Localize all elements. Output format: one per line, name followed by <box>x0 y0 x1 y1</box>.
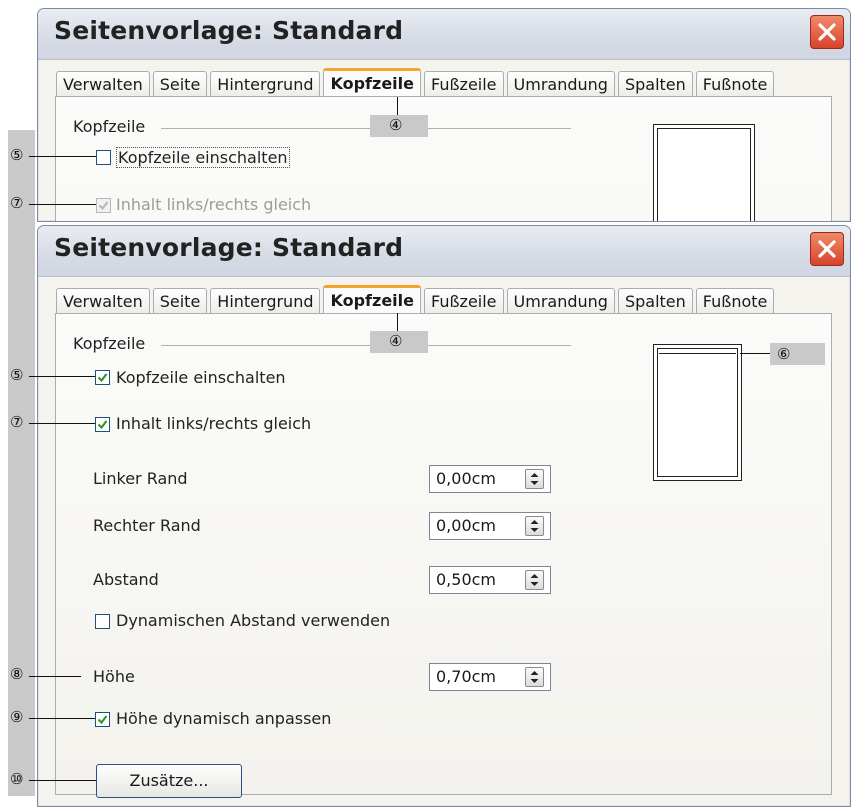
tab-bar: Verwalten Seite Hintergrund Kopfzeile Fu… <box>56 68 775 100</box>
tab-fussnote[interactable]: Fußnote <box>695 288 775 315</box>
callout-7: ⑦ <box>10 413 24 431</box>
left-margin-spinner[interactable] <box>525 469 544 489</box>
tab-spalten[interactable]: Spalten <box>617 288 693 315</box>
height-field[interactable]: 0,70cm <box>429 663 551 691</box>
window-title: Seitenvorlage: Standard <box>54 16 404 45</box>
section-label: Kopfzeile <box>73 117 146 136</box>
title-bar-main: Seitenvorlage: Standard <box>38 226 850 277</box>
callout-4: ④ <box>389 332 403 350</box>
checkmark-icon <box>98 201 109 211</box>
right-margin-value: 0,00cm <box>436 516 497 535</box>
spin-updown-icon <box>530 520 539 532</box>
section-separator <box>161 128 571 129</box>
right-margin-spinner[interactable] <box>525 516 544 536</box>
more-options-button[interactable]: Zusätze... <box>96 764 242 798</box>
close-button[interactable] <box>810 15 844 49</box>
enable-header-checkbox-top[interactable] <box>96 150 111 165</box>
spacing-label: Abstand <box>93 570 159 589</box>
page-preview-header-line <box>659 353 736 354</box>
tab-fusszeile[interactable]: Fußzeile <box>424 288 504 315</box>
left-margin-value: 0,00cm <box>436 469 497 488</box>
left-margin-label: Linker Rand <box>93 469 188 488</box>
same-content-label-top: Inhalt links/rechts gleich <box>116 195 312 214</box>
tab-fussnote[interactable]: Fußnote <box>695 71 775 98</box>
enable-header-label-top: Kopfzeile einschalten <box>116 147 290 168</box>
callout-4-line <box>397 313 398 331</box>
callout-6-line <box>740 353 770 354</box>
tab-seite[interactable]: Seite <box>152 71 208 98</box>
same-content-checkbox-top <box>96 198 111 213</box>
same-content-label: Inhalt links/rechts gleich <box>116 414 312 433</box>
callout-7-top: ⑦ <box>10 194 24 212</box>
spacing-spinner[interactable] <box>525 570 544 590</box>
callout-9: ⑨ <box>10 708 24 726</box>
tab-verwalten[interactable]: Verwalten <box>56 288 150 315</box>
callout-8: ⑧ <box>10 665 24 683</box>
same-content-checkbox[interactable] <box>95 417 110 432</box>
callout-8-line <box>29 676 81 677</box>
spin-updown-icon <box>530 671 539 683</box>
tab-fusszeile[interactable]: Fußzeile <box>424 71 504 98</box>
tab-verwalten[interactable]: Verwalten <box>56 71 150 98</box>
height-value: 0,70cm <box>436 667 497 686</box>
enable-header-label: Kopfzeile einschalten <box>116 368 286 387</box>
page-preview-border <box>657 128 751 221</box>
window-title-main: Seitenvorlage: Standard <box>54 233 404 262</box>
checkmark-icon <box>97 420 108 430</box>
callout-gutter <box>8 130 35 796</box>
callout-9-line <box>29 718 95 719</box>
dialog-window-top: Seitenvorlage: Standard Verwalten Seite … <box>37 8 851 222</box>
page-preview-border <box>657 348 738 477</box>
callout-4-line-top <box>397 97 398 115</box>
callout-10: ⑩ <box>10 770 24 788</box>
tab-seite[interactable]: Seite <box>152 288 208 315</box>
autofit-height-checkbox[interactable] <box>95 712 110 727</box>
height-label: Höhe <box>93 667 135 686</box>
close-icon <box>818 240 836 258</box>
spin-updown-icon <box>530 574 539 586</box>
tab-umrandung[interactable]: Umrandung <box>506 288 615 315</box>
callout-5-line <box>29 376 95 377</box>
page-preview <box>653 344 742 481</box>
callout-6: ⑥ <box>777 345 791 363</box>
right-margin-field[interactable]: 0,00cm <box>429 512 551 540</box>
spin-updown-icon <box>530 473 539 485</box>
callout-7-line-top <box>29 204 96 205</box>
spacing-field[interactable]: 0,50cm <box>429 566 551 594</box>
callout-4-top: ④ <box>389 116 403 134</box>
section-label: Kopfzeile <box>73 334 146 353</box>
close-icon <box>818 23 836 41</box>
page-preview <box>653 124 755 221</box>
tab-umrandung[interactable]: Umrandung <box>506 71 615 98</box>
checkmark-icon <box>97 373 108 383</box>
tab-hintergrund[interactable]: Hintergrund <box>210 288 321 315</box>
callout-5-line-top <box>29 156 96 157</box>
dynamic-spacing-checkbox[interactable] <box>95 614 110 629</box>
tab-hintergrund[interactable]: Hintergrund <box>210 71 321 98</box>
callout-5-top: ⑤ <box>10 146 24 164</box>
right-margin-label: Rechter Rand <box>93 516 201 535</box>
enable-header-checkbox[interactable] <box>95 370 110 385</box>
callout-10-line <box>29 780 96 781</box>
title-bar: Seitenvorlage: Standard <box>38 9 850 60</box>
close-button-main[interactable] <box>810 232 844 266</box>
callout-5: ⑤ <box>10 366 24 384</box>
left-margin-field[interactable]: 0,00cm <box>429 465 551 493</box>
tab-bar-main: Verwalten Seite Hintergrund Kopfzeile Fu… <box>56 285 775 317</box>
height-spinner[interactable] <box>525 667 544 687</box>
checkmark-icon <box>97 715 108 725</box>
dynamic-spacing-label: Dynamischen Abstand verwenden <box>116 611 391 630</box>
section-separator <box>161 345 571 346</box>
autofit-height-label: Höhe dynamisch anpassen <box>116 709 332 728</box>
tab-spalten[interactable]: Spalten <box>617 71 693 98</box>
spacing-value: 0,50cm <box>436 570 497 589</box>
callout-7-line <box>29 423 95 424</box>
